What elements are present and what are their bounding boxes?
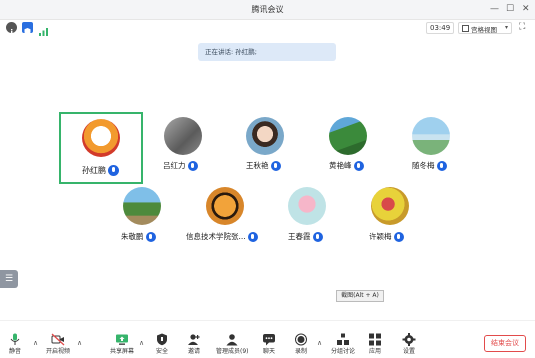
end-meeting-button[interactable]: 结束会议 (484, 335, 526, 352)
record-button[interactable]: 录制 (294, 331, 308, 355)
minimize-icon[interactable]: — (490, 4, 499, 14)
microphone-icon (436, 160, 447, 171)
breakout-button[interactable]: 分组讨论 (331, 331, 355, 355)
meeting-info-row (0, 20, 535, 36)
participant-name: 王春霞 (288, 232, 311, 241)
participant-name: 信息技术学院张... (186, 232, 246, 241)
share-screen-button[interactable]: 共享屏幕 (110, 331, 134, 355)
maximize-icon[interactable]: ☐ (506, 4, 514, 14)
apps-button[interactable]: 应用 (368, 331, 382, 355)
screenshot-tooltip: 截图(Alt + A) (336, 290, 384, 302)
list-toggle-icon[interactable]: ☰ (0, 270, 18, 288)
manage-members-button[interactable]: 管理成员(9) (216, 331, 249, 355)
chevron-down-icon: ▾ (504, 24, 508, 31)
avatar (206, 187, 244, 225)
security-button[interactable]: 安全 (155, 331, 169, 355)
microphone-icon (145, 231, 156, 242)
avatar (412, 117, 450, 155)
close-icon[interactable]: ✕ (522, 4, 530, 14)
avatar (371, 187, 409, 225)
microphone-icon (247, 231, 258, 242)
avatar (82, 119, 120, 157)
members-icon (225, 331, 239, 346)
microphone-icon (312, 231, 323, 242)
meeting-timer: 03:49 (426, 22, 455, 34)
chat-button[interactable]: 聊天 (262, 331, 276, 355)
avatar (123, 187, 161, 225)
video-button[interactable]: 开启视频 (46, 331, 70, 355)
camera-off-icon (51, 331, 65, 346)
microphone-icon (108, 165, 119, 176)
participant-name: 吕红力 (163, 161, 186, 170)
signal-icon[interactable] (38, 22, 49, 36)
gear-icon (402, 331, 416, 346)
chevron-up-icon[interactable]: ∧ (33, 339, 38, 347)
title-bar: 腾讯会议 — ☐ ✕ (0, 0, 535, 20)
microphone-icon (8, 331, 22, 345)
info-icon[interactable] (6, 22, 17, 35)
microphone-icon (393, 231, 404, 242)
view-label: 宫格视图 (471, 26, 497, 34)
shield-icon (155, 331, 169, 346)
microphone-icon (270, 160, 281, 171)
avatar (246, 117, 284, 155)
participant-name: 王秋艳 (246, 161, 269, 170)
chat-icon (262, 331, 276, 346)
avatar (288, 187, 326, 225)
avatar (329, 117, 367, 155)
breakout-icon (336, 331, 350, 345)
view-switch-button[interactable]: 宫格视图 ▾ (458, 22, 512, 34)
participant-name: 黄艳峰 (329, 161, 352, 170)
avatar (164, 117, 202, 155)
chevron-up-icon[interactable]: ∧ (139, 339, 144, 347)
add-user-icon (187, 331, 201, 345)
window-title: 腾讯会议 (251, 5, 284, 14)
fullscreen-icon[interactable]: ⛶ (519, 22, 525, 32)
microphone-icon (353, 160, 364, 171)
screen-share-icon (115, 331, 129, 345)
invite-button[interactable]: 邀请 (187, 331, 201, 355)
participant-name: 朱敬鹏 (121, 232, 144, 241)
grid-icon (462, 25, 469, 32)
chevron-up-icon[interactable]: ∧ (317, 339, 322, 347)
participant-tile-active[interactable]: 孙红鹏 (59, 112, 143, 184)
record-icon (294, 331, 308, 346)
participant-name: 随冬梅 (412, 161, 435, 170)
settings-button[interactable]: 设置 (402, 331, 416, 355)
participant-name: 许颖梅 (369, 232, 392, 241)
participant-name: 孙红鹏 (82, 166, 106, 175)
mute-button[interactable]: 静音 (8, 331, 22, 355)
speaking-banner: 正在讲话: 孙红鹏; (198, 43, 336, 61)
shield-icon[interactable] (22, 22, 33, 36)
chevron-up-icon[interactable]: ∧ (77, 339, 82, 347)
apps-icon (368, 331, 382, 346)
microphone-icon (187, 160, 198, 171)
